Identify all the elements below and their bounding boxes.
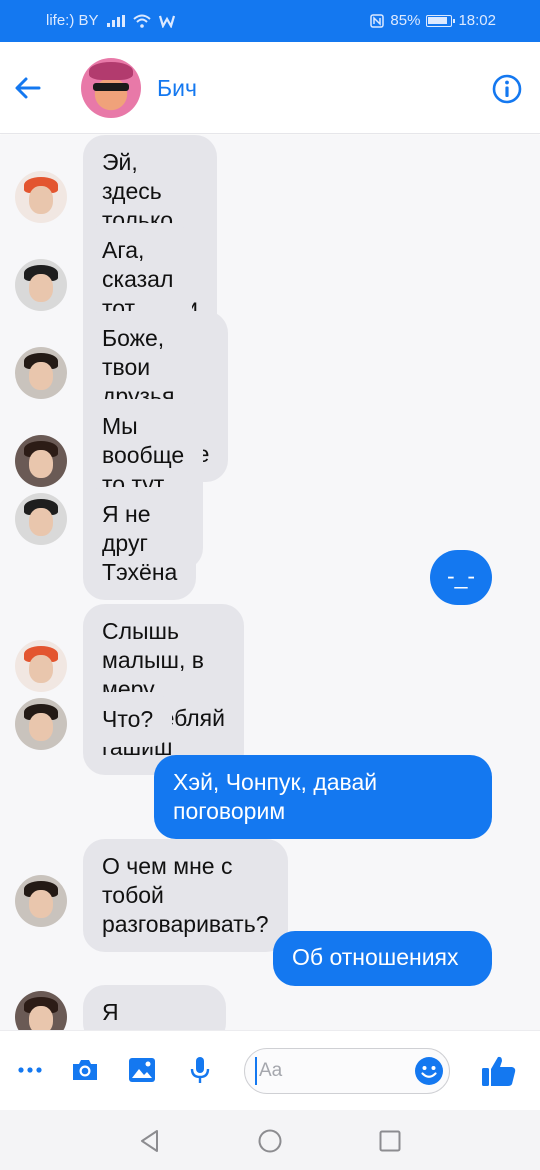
status-bar: life:) BY 85% 18:02	[0, 0, 540, 42]
message-bubble[interactable]: Я сваливаю	[83, 985, 226, 1030]
home-circle-icon[interactable]	[257, 1128, 283, 1154]
sender-avatar[interactable]	[15, 435, 67, 487]
wifi-icon	[132, 14, 151, 28]
message-bubble[interactable]: Что?	[83, 692, 173, 747]
clock: 18:02	[458, 12, 496, 29]
back-triangle-icon[interactable]	[137, 1128, 163, 1154]
info-icon[interactable]	[491, 73, 523, 105]
message-input-box[interactable]	[244, 1048, 450, 1094]
message-bubble[interactable]: -_-	[430, 550, 492, 605]
message-list[interactable]: Эй, здесь только милый и добрый фрэндли …	[0, 135, 540, 1030]
arrow-left-icon[interactable]	[12, 72, 44, 104]
message-bubble[interactable]: Я не друг Тэхёна	[83, 487, 197, 600]
sender-avatar[interactable]	[15, 640, 67, 692]
message-composer	[0, 1030, 540, 1110]
sender-avatar[interactable]	[15, 493, 67, 545]
more-icon[interactable]	[15, 1055, 45, 1085]
thumbs-up-icon[interactable]	[481, 1054, 517, 1088]
carrier-label: life:) BY	[46, 12, 99, 29]
sender-avatar[interactable]	[15, 259, 67, 311]
recents-square-icon[interactable]	[377, 1128, 403, 1154]
sender-avatar[interactable]	[15, 698, 67, 750]
sender-avatar[interactable]	[15, 991, 67, 1030]
contact-name[interactable]: Бич	[157, 75, 197, 102]
signal-icon	[106, 14, 125, 27]
nfc-icon	[370, 13, 385, 28]
sender-avatar[interactable]	[15, 171, 67, 223]
sender-avatar[interactable]	[15, 875, 67, 927]
battery-percent: 85%	[390, 12, 421, 29]
system-nav-bar	[0, 1110, 540, 1170]
message-bubble[interactable]: Слышь малыш, в меру употребляй гашиш	[83, 604, 244, 775]
battery-icon	[426, 14, 456, 27]
message-bubble[interactable]: О чем мне с тобой разговаривать?	[83, 839, 288, 952]
contact-avatar[interactable]	[81, 58, 141, 118]
sender-avatar[interactable]	[15, 347, 67, 399]
message-bubble[interactable]: Хэй, Чонпук, давай поговорим	[154, 755, 492, 839]
microphone-icon[interactable]	[185, 1055, 215, 1085]
message-input[interactable]	[255, 1057, 405, 1085]
message-bubble[interactable]: Об отношениях	[273, 931, 492, 986]
conversation-header: Бич	[0, 42, 540, 134]
emoji-icon[interactable]	[414, 1056, 444, 1086]
camera-icon[interactable]	[70, 1055, 100, 1085]
app-w-icon	[158, 15, 175, 28]
image-icon[interactable]	[127, 1055, 157, 1085]
